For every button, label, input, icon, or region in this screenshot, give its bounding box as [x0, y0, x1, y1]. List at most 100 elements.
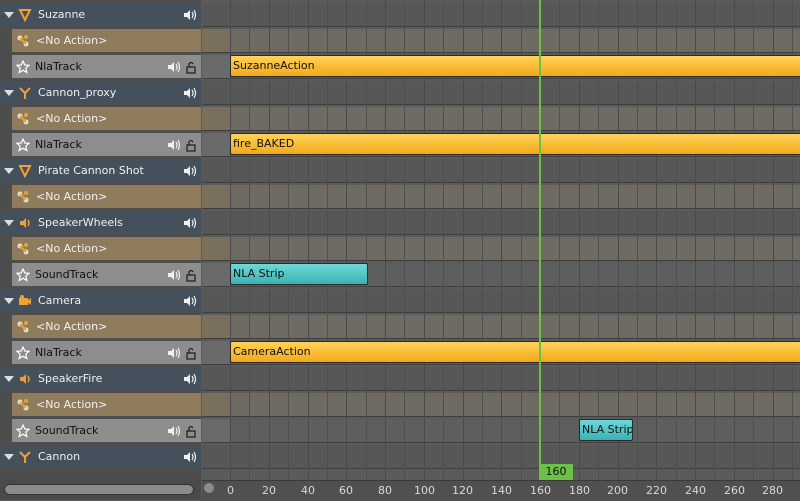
mute-icon[interactable] — [183, 86, 197, 100]
lock-icon[interactable] — [184, 138, 198, 152]
channel-object-row[interactable]: Cannon_proxy — [0, 81, 201, 104]
pre-range-shade — [202, 341, 230, 364]
action-strip[interactable]: SuzanneAction — [230, 55, 800, 77]
mute-icon[interactable] — [167, 60, 181, 74]
frame-tick-label: 0 — [227, 484, 234, 497]
mute-icon[interactable] — [167, 138, 181, 152]
mute-icon[interactable] — [183, 216, 197, 230]
frame-tick-label: 120 — [452, 484, 473, 497]
channel-track-row[interactable]: NlaTrack — [12, 133, 201, 156]
channel-track-row[interactable]: NlaTrack — [12, 55, 201, 78]
frame-tick-label: 40 — [301, 484, 315, 497]
pre-range-shade — [202, 419, 230, 442]
star-icon[interactable] — [16, 424, 30, 438]
channel-action-row[interactable]: <No Action> — [12, 393, 201, 416]
pre-range-shade — [202, 237, 230, 260]
action-icon[interactable] — [16, 242, 30, 256]
frame-tick-label: 60 — [339, 484, 353, 497]
pre-range-shade — [202, 107, 230, 130]
camera-icon — [18, 294, 32, 308]
pre-range-shade — [202, 29, 230, 52]
disclosure-icon[interactable] — [2, 450, 16, 464]
star-icon[interactable] — [16, 268, 30, 282]
channel-label: <No Action> — [36, 34, 108, 47]
mute-icon[interactable] — [183, 294, 197, 308]
channel-object-row[interactable]: Cannon — [0, 445, 201, 468]
channel-label: Cannon_proxy — [38, 86, 117, 99]
playhead[interactable] — [539, 0, 541, 480]
mute-icon[interactable] — [167, 346, 181, 360]
channel-label: SoundTrack — [35, 424, 99, 437]
disclosure-icon[interactable] — [2, 86, 16, 100]
frame-tick-label: 240 — [685, 484, 706, 497]
frame-tick-label: 280 — [762, 484, 783, 497]
lock-icon[interactable] — [184, 346, 198, 360]
channel-action-row[interactable]: <No Action> — [12, 185, 201, 208]
lock-icon[interactable] — [184, 60, 198, 74]
frame-tick-label: 180 — [569, 484, 590, 497]
frame-tick-label: 160 — [530, 484, 551, 497]
timeline-scroll-handle[interactable] — [204, 483, 214, 493]
mute-icon[interactable] — [183, 8, 197, 22]
channel-track-row[interactable]: SoundTrack — [12, 419, 201, 442]
channel-label: <No Action> — [36, 242, 108, 255]
channel-label: SoundTrack — [35, 268, 99, 281]
channel-object-row[interactable]: Pirate Cannon Shot — [0, 159, 201, 182]
action-icon[interactable] — [16, 398, 30, 412]
action-strip[interactable]: fire_BAKED — [230, 133, 800, 155]
frame-tick-label: 220 — [646, 484, 667, 497]
channel-label: <No Action> — [36, 320, 108, 333]
speaker-icon — [18, 216, 32, 230]
mute-icon[interactable] — [183, 450, 197, 464]
channel-object-row[interactable]: Camera — [0, 289, 201, 312]
sound-strip[interactable]: NLA Strip — [230, 263, 368, 285]
armature-icon — [18, 86, 32, 100]
channel-label: SpeakerFire — [38, 372, 103, 385]
triangle-down-icon — [18, 164, 32, 178]
channel-label: NlaTrack — [35, 60, 82, 73]
channel-object-row[interactable]: SpeakerWheels — [0, 211, 201, 234]
channel-action-row[interactable]: <No Action> — [12, 237, 201, 260]
lock-icon[interactable] — [184, 424, 198, 438]
frame-ruler[interactable]: 0 20 40 60 80 100 120 140 160 180 200 220 240 260 280 — [202, 480, 800, 501]
disclosure-icon[interactable] — [2, 164, 16, 178]
mute-icon[interactable] — [167, 424, 181, 438]
mute-icon[interactable] — [183, 372, 197, 386]
lock-icon[interactable] — [184, 268, 198, 282]
action-icon[interactable] — [16, 320, 30, 334]
disclosure-icon[interactable] — [2, 8, 16, 22]
channel-track-row[interactable]: SoundTrack — [12, 263, 201, 286]
pre-range-shade — [202, 185, 230, 208]
nla-timeline[interactable]: SuzanneAction fire_BAKED NLA Strip CameraAc… — [202, 0, 800, 500]
action-icon[interactable] — [16, 190, 30, 204]
pre-range-shade — [202, 315, 230, 338]
channel-action-row[interactable]: <No Action> — [12, 29, 201, 52]
channel-action-row[interactable]: <No Action> — [12, 107, 201, 130]
frame-tick-label: 20 — [262, 484, 276, 497]
pre-range-shade — [202, 263, 230, 286]
scrollbar-thumb[interactable] — [4, 484, 194, 495]
mute-icon[interactable] — [183, 164, 197, 178]
current-frame-badge[interactable]: 160 — [539, 464, 573, 480]
disclosure-icon[interactable] — [2, 372, 16, 386]
disclosure-icon[interactable] — [2, 216, 16, 230]
action-strip[interactable]: CameraAction — [230, 341, 800, 363]
channel-label: NlaTrack — [35, 138, 82, 151]
triangle-down-icon — [18, 8, 32, 22]
channel-track-row[interactable]: NlaTrack — [12, 341, 201, 364]
channel-label: <No Action> — [36, 398, 108, 411]
channel-action-row[interactable]: <No Action> — [12, 315, 201, 338]
star-icon[interactable] — [16, 346, 30, 360]
star-icon[interactable] — [16, 138, 30, 152]
mute-icon[interactable] — [167, 268, 181, 282]
pre-range-shade — [202, 393, 230, 416]
channel-label: Cannon — [38, 450, 81, 463]
channel-object-row[interactable]: SpeakerFire — [0, 367, 201, 390]
sound-strip[interactable]: NLA Strip — [579, 419, 633, 441]
star-icon[interactable] — [16, 60, 30, 74]
channel-scrollbar[interactable] — [0, 480, 201, 500]
disclosure-icon[interactable] — [2, 294, 16, 308]
action-icon[interactable] — [16, 112, 30, 126]
action-icon[interactable] — [16, 34, 30, 48]
channel-object-row[interactable]: Suzanne — [0, 3, 201, 26]
